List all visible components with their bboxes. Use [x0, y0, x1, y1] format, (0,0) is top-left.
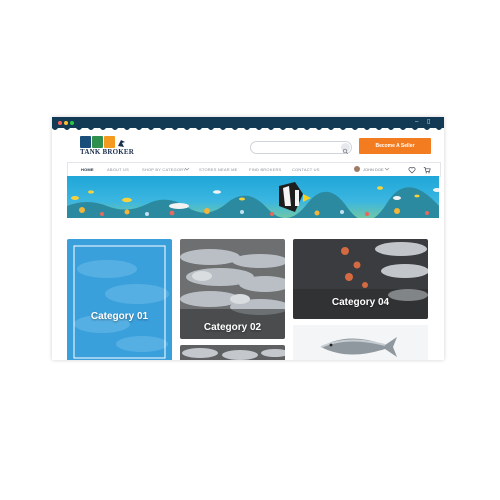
logo-mark — [80, 136, 127, 148]
browser-window: – ▯ TANK BROKER Become A Seller HOME ABO… — [52, 117, 444, 360]
nav-item-about[interactable]: ABOUT US — [107, 163, 129, 176]
category-card-04[interactable]: Category 04 — [293, 239, 428, 319]
avatar[interactable] — [354, 166, 360, 172]
logo-cat-tile — [104, 136, 115, 148]
category-03-image — [180, 345, 285, 360]
become-seller-button[interactable]: Become A Seller — [359, 138, 431, 154]
search-icon — [342, 148, 349, 155]
restore-icon[interactable]: ▯ — [427, 119, 430, 126]
cart-icon[interactable] — [423, 166, 431, 174]
nav-item-brokers[interactable]: FIND BROKERS — [249, 163, 281, 176]
window-titlebar: – ▯ — [52, 117, 444, 128]
hero-banner-reef-image — [67, 176, 439, 218]
user-name[interactable]: JOHN DOE — [363, 163, 384, 176]
minimize-window-icon[interactable] — [64, 121, 68, 125]
logo-bird-tile — [116, 136, 127, 148]
category-01-image — [67, 239, 172, 360]
nav-item-stores[interactable]: STORES NEAR ME — [199, 163, 238, 176]
logo-plant-tile — [92, 136, 103, 148]
category-05-fish-image — [293, 325, 428, 360]
category-card-01[interactable]: Category 01 — [67, 239, 172, 360]
search-button[interactable] — [341, 143, 350, 155]
minimize-icon[interactable]: – — [415, 119, 418, 126]
site-header: TANK BROKER Become A Seller — [52, 132, 444, 162]
nav-item-home[interactable]: HOME — [81, 163, 94, 176]
category-card-03-partial[interactable] — [180, 345, 285, 360]
user-chevron-down-icon[interactable] — [383, 165, 391, 173]
logo-fish-tile — [80, 136, 91, 148]
category-01-label: Category 01 — [90, 311, 149, 322]
category-02-label: Category 02 — [203, 322, 262, 333]
heart-icon[interactable] — [408, 166, 416, 174]
category-card-02[interactable]: Category 02 — [180, 239, 285, 339]
main-nav: HOME ABOUT US SHOP BY CATEGORY STORES NE… — [67, 162, 441, 177]
brand-name: TANK BROKER — [80, 148, 134, 156]
chevron-down-icon — [184, 167, 190, 171]
category-04-label: Category 04 — [331, 297, 390, 308]
nav-item-contact[interactable]: CONTACT US — [292, 163, 320, 176]
brand-logo[interactable]: TANK BROKER — [80, 136, 136, 158]
nav-item-shop-by-category[interactable]: SHOP BY CATEGORY — [142, 163, 186, 176]
search-input[interactable] — [250, 141, 352, 155]
maximize-window-icon[interactable] — [70, 121, 74, 125]
category-card-05-partial[interactable] — [293, 325, 428, 360]
close-window-icon[interactable] — [58, 121, 62, 125]
